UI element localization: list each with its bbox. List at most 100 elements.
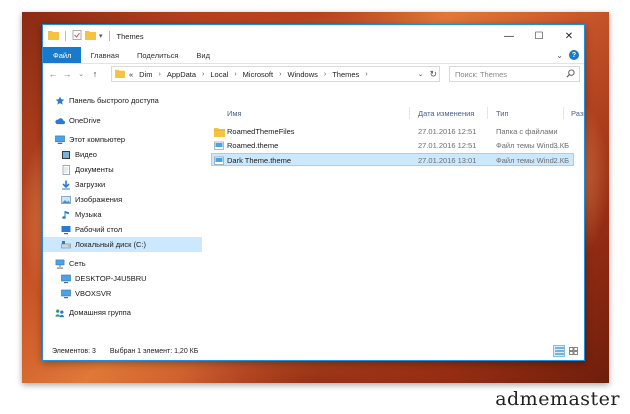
sidebar-item-desktop-j4u5bru[interactable]: DESKTOP-J4U5BRU <box>43 271 202 286</box>
watermark-logo: admemaster <box>495 388 620 410</box>
file-size <box>564 125 584 138</box>
sidebar-item-onedrive[interactable]: OneDrive <box>43 113 202 128</box>
breadcrumb-separator[interactable]: › <box>279 71 281 78</box>
navigation-pane: Панель быстрого доступа OneDrive Этот ко… <box>43 85 202 342</box>
new-folder-icon[interactable] <box>85 30 96 42</box>
search-icon[interactable] <box>566 69 575 80</box>
large-icons-view-button[interactable] <box>567 345 579 357</box>
tab-file[interactable]: Файл <box>43 47 82 63</box>
file-row[interactable]: Dark Theme.theme 27.01.2016 13:01 Файл т… <box>211 153 574 166</box>
address-bar[interactable]: « Dim › AppData › Local › Microsoft › Wi… <box>111 66 440 82</box>
back-button[interactable]: ← <box>46 69 60 79</box>
file-date: 27.01.2016 13:01 <box>418 156 477 165</box>
star-icon <box>55 96 65 106</box>
details-view-button[interactable] <box>553 345 565 357</box>
column-header-name[interactable]: Имя <box>227 106 242 120</box>
item-count: Элементов: 3 <box>52 348 96 355</box>
homegroup-icon <box>55 308 65 318</box>
expand-ribbon-icon[interactable]: ⌄ <box>556 51 563 60</box>
pictures-icon <box>61 195 71 205</box>
drive-icon <box>61 240 71 250</box>
customize-toolbar-icon[interactable]: ▾ <box>99 32 103 40</box>
status-bar: Элементов: 3 Выбран 1 элемент: 1,20 КБ <box>43 342 584 360</box>
sidebar-item-this-pc[interactable]: Этот компьютер <box>43 132 202 147</box>
breadcrumb-themes[interactable]: Themes <box>332 70 359 79</box>
sidebar-item-vboxsvr[interactable]: VBOXSVR <box>43 286 202 301</box>
tab-share[interactable]: Поделиться <box>128 47 187 63</box>
sidebar-item-desktop[interactable]: Рабочий стол <box>43 222 202 237</box>
sidebar-item-label: Локальный диск (C:) <box>75 240 146 249</box>
tab-home[interactable]: Главная <box>81 47 128 63</box>
explorer-window: ▾ Themes — ☐ ✕ Файл Главная Поделиться В… <box>42 24 585 361</box>
minimize-button[interactable]: — <box>494 25 524 47</box>
help-icon[interactable]: ? <box>569 50 579 60</box>
theme-file-icon <box>214 139 224 152</box>
selection-info: Выбран 1 элемент: 1,20 КБ <box>109 348 199 355</box>
large-icons-view-icon <box>568 347 578 355</box>
cloud-icon <box>55 116 65 126</box>
file-row[interactable]: RoamedThemeFiles 27.01.2016 12:51 Папка … <box>211 125 574 138</box>
sidebar-item-network[interactable]: Сеть <box>43 256 202 271</box>
tab-view[interactable]: Вид <box>187 47 219 63</box>
sidebar-item-label: Музыка <box>75 210 102 219</box>
up-button[interactable]: ↑ <box>88 69 102 79</box>
file-list: Имя Дата изменения Тип Размер RoamedThem… <box>211 85 584 342</box>
close-button[interactable]: ✕ <box>554 25 584 47</box>
separator <box>65 31 66 41</box>
file-name: RoamedThemeFiles <box>227 127 295 136</box>
column-divider[interactable] <box>487 107 488 119</box>
breadcrumb-local[interactable]: Local <box>210 70 228 79</box>
column-divider[interactable] <box>409 107 410 119</box>
sidebar-item-label: Домашняя группа <box>69 308 131 317</box>
sidebar-item-video[interactable]: Видео <box>43 147 202 162</box>
file-name: Roamed.theme <box>227 141 279 150</box>
view-switcher <box>553 345 579 357</box>
column-header-size[interactable]: Размер <box>571 106 584 120</box>
sidebar-item-local-disk[interactable]: Локальный диск (C:) <box>43 237 202 252</box>
file-type: Папка с файлами <box>496 127 558 136</box>
breadcrumb-overflow[interactable]: « <box>129 70 133 79</box>
forward-button[interactable]: → <box>60 69 74 79</box>
breadcrumb-separator[interactable]: › <box>324 71 326 78</box>
search-input[interactable]: Поиск: Themes <box>449 66 580 82</box>
file-name: Dark Theme.theme <box>227 156 292 165</box>
breadcrumb-microsoft[interactable]: Microsoft <box>243 70 273 79</box>
sidebar-item-documents[interactable]: Документы <box>43 162 202 177</box>
breadcrumb-windows[interactable]: Windows <box>287 70 317 79</box>
address-actions: ⌄ ↻ <box>418 67 437 81</box>
video-icon <box>61 150 71 160</box>
maximize-button[interactable]: ☐ <box>524 25 554 47</box>
file-size: 2 КБ <box>553 156 569 165</box>
downloads-icon <box>61 180 71 190</box>
column-divider[interactable] <box>563 107 564 119</box>
breadcrumb-separator[interactable]: › <box>202 71 204 78</box>
properties-icon[interactable] <box>72 30 82 42</box>
sidebar-item-pictures[interactable]: Изображения <box>43 192 202 207</box>
recent-locations-button[interactable]: ⌄ <box>74 70 88 78</box>
sidebar-item-quick-access[interactable]: Панель быстрого доступа <box>43 93 202 108</box>
breadcrumb-appdata[interactable]: AppData <box>167 70 196 79</box>
window-title: Themes <box>116 31 144 41</box>
file-size: 3 КБ <box>553 141 569 150</box>
column-header-date[interactable]: Дата изменения <box>418 106 474 120</box>
sidebar-item-music[interactable]: Музыка <box>43 207 202 222</box>
desktop-icon <box>61 225 71 235</box>
search-placeholder: Поиск: Themes <box>455 69 508 79</box>
refresh-icon[interactable]: ↻ <box>429 69 437 80</box>
sidebar-item-homegroup[interactable]: Домашняя группа <box>43 305 202 320</box>
sidebar-item-label: Рабочий стол <box>75 225 123 234</box>
breadcrumb-separator[interactable]: › <box>234 71 236 78</box>
file-date: 27.01.2016 12:51 <box>418 127 477 136</box>
music-icon <box>61 210 71 220</box>
breadcrumb-separator[interactable]: › <box>365 71 367 78</box>
sidebar-item-label: DESKTOP-J4U5BRU <box>75 274 147 283</box>
sidebar-item-label: Сеть <box>69 259 86 268</box>
sidebar-item-label: VBOXSVR <box>75 289 112 298</box>
breadcrumb-separator[interactable]: › <box>159 71 161 78</box>
breadcrumb-dim[interactable]: Dim <box>139 70 152 79</box>
sidebar-item-label: Загрузки <box>75 180 106 189</box>
sidebar-item-downloads[interactable]: Загрузки <box>43 177 202 192</box>
column-header-type[interactable]: Тип <box>496 106 509 120</box>
address-dropdown-icon[interactable]: ⌄ <box>418 70 424 78</box>
file-row[interactable]: Roamed.theme 27.01.2016 12:51 Файл темы … <box>211 139 574 152</box>
